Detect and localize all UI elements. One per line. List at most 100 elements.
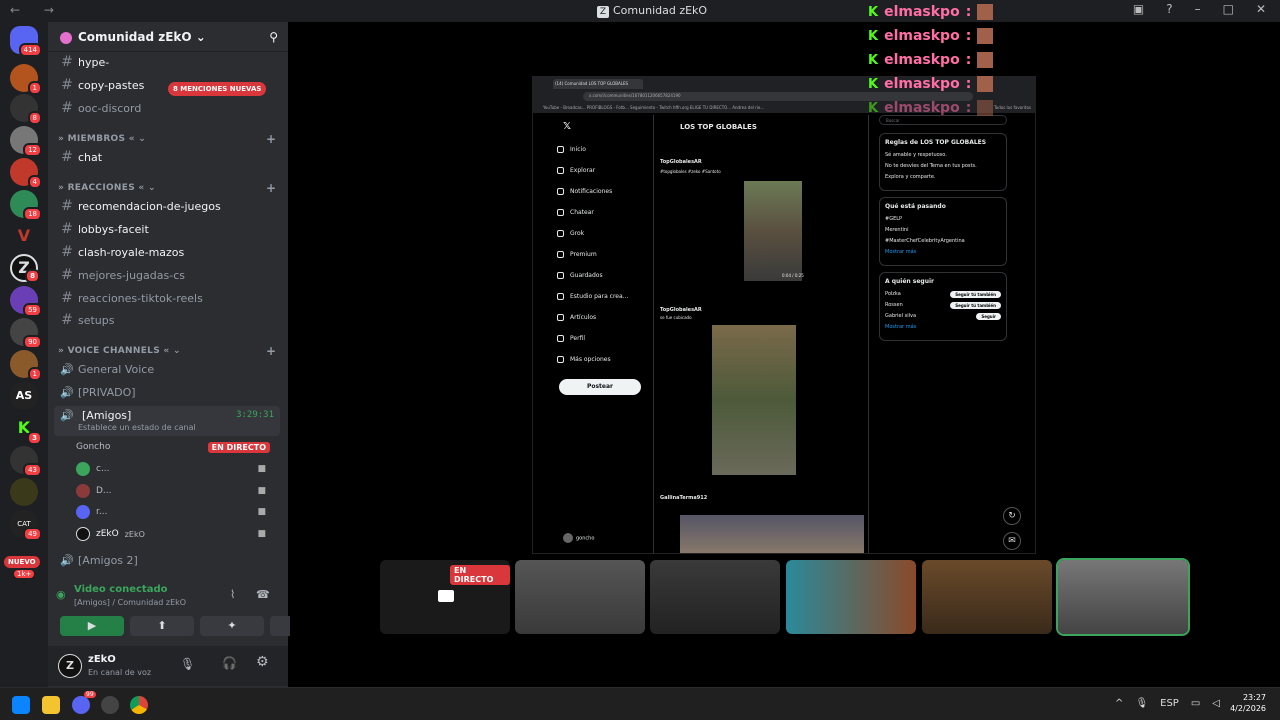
category-voice[interactable]: » VOICE CHANNELS « ⌄ + — [58, 344, 276, 358]
activities-button[interactable]: ✦ — [200, 616, 264, 636]
participant-tile-stream[interactable]: EN DIRECTO — [380, 560, 510, 634]
channel-lobbys[interactable]: # lobbys-faceit — [56, 219, 281, 239]
volume-icon[interactable]: ◁ — [1212, 698, 1220, 709]
server-icon[interactable]: 12 — [10, 126, 42, 157]
close-button[interactable]: ✕ — [1256, 2, 1266, 16]
x-nav-item[interactable]: Chatear — [557, 202, 647, 223]
help-icon[interactable]: ? — [1166, 2, 1172, 16]
plus-icon[interactable]: + — [266, 132, 276, 146]
x-search[interactable]: Buscar — [879, 115, 1007, 125]
server-icon[interactable]: 18 — [10, 190, 42, 221]
maximize-button[interactable]: □ — [1223, 2, 1234, 16]
camera-button[interactable]: ▶ — [60, 616, 124, 636]
participant-tile[interactable] — [922, 560, 1052, 634]
kick-server-icon[interactable]: K3 — [10, 414, 42, 445]
signal-icon[interactable]: ◉ — [56, 588, 66, 601]
mic-icon[interactable]: 🎙 — [180, 657, 195, 671]
channel-setups[interactable]: # setups — [56, 310, 281, 330]
participant-tile[interactable] — [650, 560, 780, 634]
category-reacciones[interactable]: » REACCIONES « ⌄ + — [58, 181, 276, 195]
chevron-up-icon[interactable]: ^ — [1115, 698, 1123, 709]
channel-hype[interactable]: # hype- — [56, 52, 281, 72]
x-nav-item[interactable]: Guardados — [557, 265, 647, 286]
voice-privado[interactable]: 🔊 [PRIVADO] — [56, 381, 281, 403]
voice-amigos2[interactable]: 🔊 [Amigos 2] — [56, 549, 281, 571]
screen-share-view[interactable]: (14) Comunidad LOS TOP GLOBALES x.com/i/… — [532, 76, 1036, 554]
voice-member[interactable]: r... ■ — [76, 505, 276, 519]
network-icon[interactable]: ▭ — [1191, 698, 1200, 709]
server-icon[interactable]: CAT 49 — [10, 510, 42, 541]
voice-member[interactable]: D... ■ — [76, 484, 276, 498]
plus-icon[interactable]: + — [266, 344, 276, 358]
voice-general[interactable]: 🔊 General Voice — [56, 358, 281, 380]
voice-member[interactable]: zEkO zEkO ■ — [76, 527, 276, 541]
channel-ooc-discord[interactable]: # ooc-discord — [56, 98, 281, 118]
chrome-icon[interactable] — [130, 696, 148, 714]
plus-icon[interactable]: + — [266, 181, 276, 195]
app-icon[interactable] — [101, 696, 119, 714]
add-member-icon[interactable]: ⚲ — [269, 30, 278, 44]
mentions-pill[interactable]: 8 MENCIONES NUEVAS — [168, 82, 267, 96]
x-logo-icon[interactable]: 𝕏 — [563, 121, 571, 132]
post-video[interactable] — [744, 181, 802, 281]
participant-tile[interactable] — [786, 560, 916, 634]
x-nav-item[interactable]: Artículos — [557, 307, 647, 328]
participant-tile[interactable] — [515, 560, 645, 634]
category-miembros[interactable]: » MIEMBROS « ⌄ + — [58, 132, 276, 146]
x-nav-item[interactable]: Explorar — [557, 160, 647, 181]
x-account[interactable]: goncho — [563, 533, 594, 543]
gear-icon[interactable]: ⚙ — [256, 654, 269, 670]
server-icon[interactable]: 43 — [10, 446, 42, 477]
server-icon[interactable] — [10, 478, 38, 506]
channel-tiktok[interactable]: # reacciones-tiktok-reels — [56, 288, 281, 308]
messages-icon[interactable]: ✉ — [1003, 532, 1021, 550]
clock[interactable]: 23:27 4/2/2026 — [1230, 692, 1266, 714]
server-icon[interactable]: AS — [10, 382, 38, 410]
server-icon-zeko[interactable]: Z8 — [10, 254, 40, 283]
new-pill[interactable]: NUEVO — [4, 556, 40, 568]
server-icon[interactable]: 8 — [10, 94, 42, 125]
file-explorer-icon[interactable] — [42, 696, 60, 714]
screen-icon[interactable]: ▣ — [1133, 2, 1144, 16]
x-nav-item[interactable]: Inicio — [557, 139, 647, 160]
voice-member[interactable]: Goncho EN DIRECTO — [76, 441, 276, 453]
minimize-button[interactable]: – — [1195, 2, 1201, 16]
x-nav-item[interactable]: Más opciones — [557, 349, 647, 370]
post-video[interactable] — [712, 325, 796, 475]
server-icon[interactable]: 4 — [10, 158, 42, 189]
avatar[interactable]: Z — [58, 654, 82, 678]
x-nav-item[interactable]: Premium — [557, 244, 647, 265]
x-nav-item[interactable]: Estudio para crea... — [557, 286, 647, 307]
x-nav-item[interactable]: Grok — [557, 223, 647, 244]
channel-chat[interactable]: # chat — [56, 147, 281, 167]
guild-header[interactable]: Comunidad zEkO ⌄ ⚲ — [48, 22, 288, 52]
screen-share-button[interactable]: ⬆ — [130, 616, 194, 636]
nav-arrows[interactable]: ← → — [10, 3, 64, 17]
channel-status[interactable]: Establece un estado de canal — [78, 423, 196, 432]
participant-tile-self[interactable] — [1056, 558, 1190, 636]
dm-home-button[interactable]: 414 — [10, 26, 42, 57]
post-button[interactable]: Postear — [559, 379, 641, 395]
voice-member[interactable]: c... ■ — [76, 462, 276, 476]
server-icon[interactable]: 1 — [10, 64, 42, 95]
channel-recomendacion[interactable]: # recomendacion-de-juegos — [56, 196, 281, 216]
server-icon[interactable]: 90 — [10, 318, 42, 349]
x-nav-item[interactable]: Notificaciones — [557, 181, 647, 202]
channel-clash[interactable]: # clash-royale-mazos — [56, 242, 281, 262]
browser-tab[interactable]: (14) Comunidad LOS TOP GLOBALES — [553, 79, 643, 89]
x-nav-item[interactable]: Perfil — [557, 328, 647, 349]
mic-icon[interactable]: 🎙 — [1135, 698, 1148, 709]
language-indicator[interactable]: ESP — [1160, 698, 1179, 709]
headphones-icon[interactable]: 🎧 — [222, 656, 237, 670]
noise-suppression-icon[interactable]: ⌇ — [230, 588, 235, 601]
discord-icon[interactable] — [72, 696, 90, 714]
server-icon[interactable]: 59 — [10, 286, 42, 317]
server-icon[interactable]: 1 — [10, 350, 42, 381]
voice-amigos[interactable]: 🔊 [Amigos] 3:29:31 Establece un estado d… — [54, 406, 280, 436]
channel-mejores-jugadas[interactable]: # mejores-jugadas-cs — [56, 265, 281, 285]
disconnect-icon[interactable]: ☎ — [256, 588, 270, 601]
windows-start-icon[interactable] — [12, 696, 30, 714]
grok-icon[interactable]: ↻ — [1003, 507, 1021, 525]
server-icon[interactable]: V — [10, 222, 38, 250]
post-image[interactable] — [680, 515, 864, 553]
